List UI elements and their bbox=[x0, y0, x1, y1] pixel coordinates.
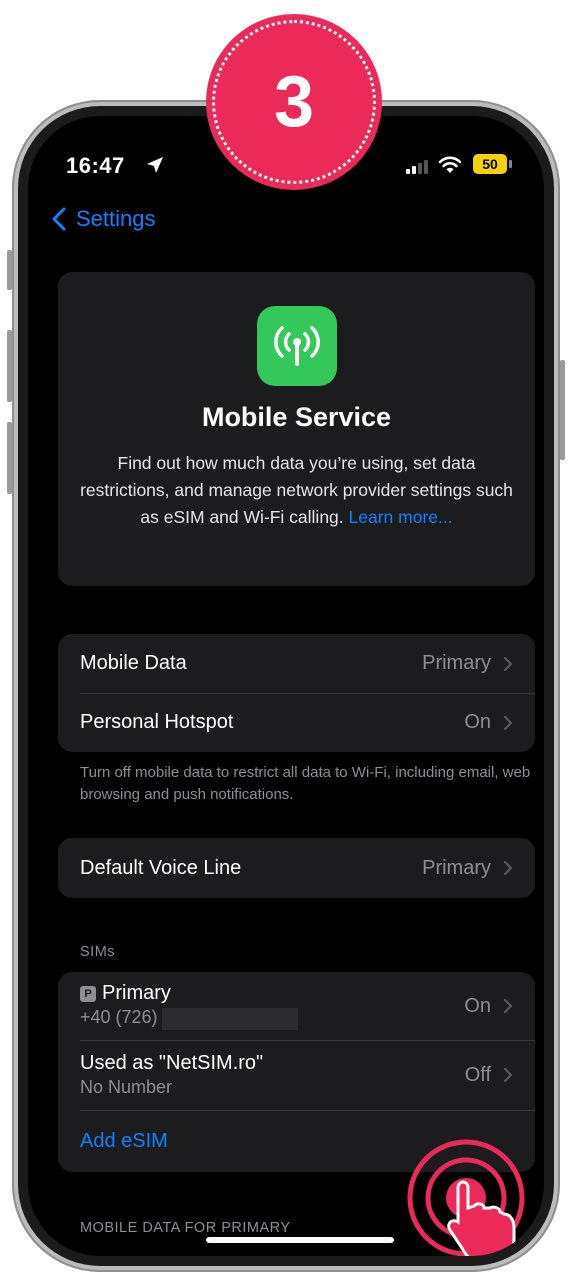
default-voice-line-label: Default Voice Line bbox=[80, 856, 242, 879]
netsim-sublabel: No Number bbox=[80, 1077, 173, 1097]
volume-down-button bbox=[7, 422, 12, 494]
battery-nub bbox=[509, 160, 512, 168]
chevron-right-icon bbox=[503, 998, 513, 1014]
chevron-right-icon bbox=[503, 715, 513, 730]
primary-sim-row[interactable]: P Primary +40 (726) On bbox=[58, 972, 535, 1040]
learn-more-link[interactable]: Learn more... bbox=[349, 507, 453, 527]
netsim-info: Used as "NetSIM.ro" No Number bbox=[80, 1052, 465, 1098]
mobile-data-section-header: MOBILE DATA FOR PRIMARY bbox=[80, 1220, 291, 1236]
chevron-right-icon bbox=[503, 656, 513, 671]
status-time: 16:47 bbox=[66, 153, 125, 178]
netsim-value: Off bbox=[464, 1063, 491, 1086]
location-arrow-icon bbox=[147, 157, 163, 173]
sims-section-header: SIMs bbox=[80, 944, 116, 960]
tap-gesture-icon bbox=[407, 1139, 525, 1256]
redacted-number bbox=[161, 1007, 298, 1030]
page-title: Mobile Service bbox=[201, 402, 392, 432]
voice-line-group: Default Voice Line Primary bbox=[58, 838, 535, 898]
back-label: Settings bbox=[76, 206, 156, 231]
netsim-label: Used as "NetSIM.ro" bbox=[80, 1052, 264, 1074]
cellular-signal-icon bbox=[406, 160, 430, 174]
step-number-badge: 3 bbox=[206, 14, 382, 190]
default-voice-line-value: Primary bbox=[422, 856, 491, 879]
home-indicator bbox=[206, 1237, 394, 1243]
default-voice-line-row[interactable]: Default Voice Line Primary bbox=[58, 838, 535, 898]
mobile-data-label: Mobile Data bbox=[80, 652, 187, 674]
chevron-right-icon bbox=[503, 1067, 513, 1083]
primary-sim-info: P Primary +40 (726) bbox=[80, 982, 464, 1030]
screen: 16:47 50 Settings Mobile Service Find ou… bbox=[28, 116, 544, 1256]
wifi-icon bbox=[438, 156, 462, 173]
primary-sim-badge-icon: P bbox=[80, 986, 96, 1003]
mobile-data-footnote: Turn off mobile data to restrict all dat… bbox=[80, 764, 531, 803]
mobile-data-group: Mobile Data Primary Personal Hotspot On bbox=[58, 634, 535, 752]
chevron-left-icon bbox=[52, 207, 66, 231]
mobile-data-row[interactable]: Mobile Data Primary bbox=[58, 634, 535, 693]
page-description: Find out how much data you’re using, set… bbox=[80, 450, 513, 531]
volume-up-button bbox=[7, 330, 12, 402]
chevron-right-icon bbox=[503, 860, 513, 876]
power-button bbox=[560, 360, 565, 460]
primary-sim-value: On bbox=[464, 994, 491, 1017]
battery-icon: 50 bbox=[473, 154, 507, 174]
mobile-service-info-card: Mobile Service Find out how much data yo… bbox=[58, 272, 535, 586]
action-button bbox=[7, 250, 12, 290]
primary-sim-label: Primary bbox=[102, 982, 171, 1005]
phone-frame: 16:47 50 Settings Mobile Service Find ou… bbox=[7, 100, 565, 1272]
back-button[interactable]: Settings bbox=[52, 206, 156, 232]
personal-hotspot-label: Personal Hotspot bbox=[80, 711, 234, 733]
netsim-row[interactable]: Used as "NetSIM.ro" No Number Off bbox=[58, 1040, 535, 1110]
bezel: 16:47 50 Settings Mobile Service Find ou… bbox=[18, 106, 554, 1266]
mobile-data-value: Primary bbox=[422, 652, 491, 674]
primary-sim-number: +40 (726) bbox=[80, 1007, 158, 1028]
personal-hotspot-value: On bbox=[464, 711, 491, 733]
antenna-icon bbox=[257, 306, 337, 386]
personal-hotspot-row[interactable]: Personal Hotspot On bbox=[58, 693, 535, 752]
